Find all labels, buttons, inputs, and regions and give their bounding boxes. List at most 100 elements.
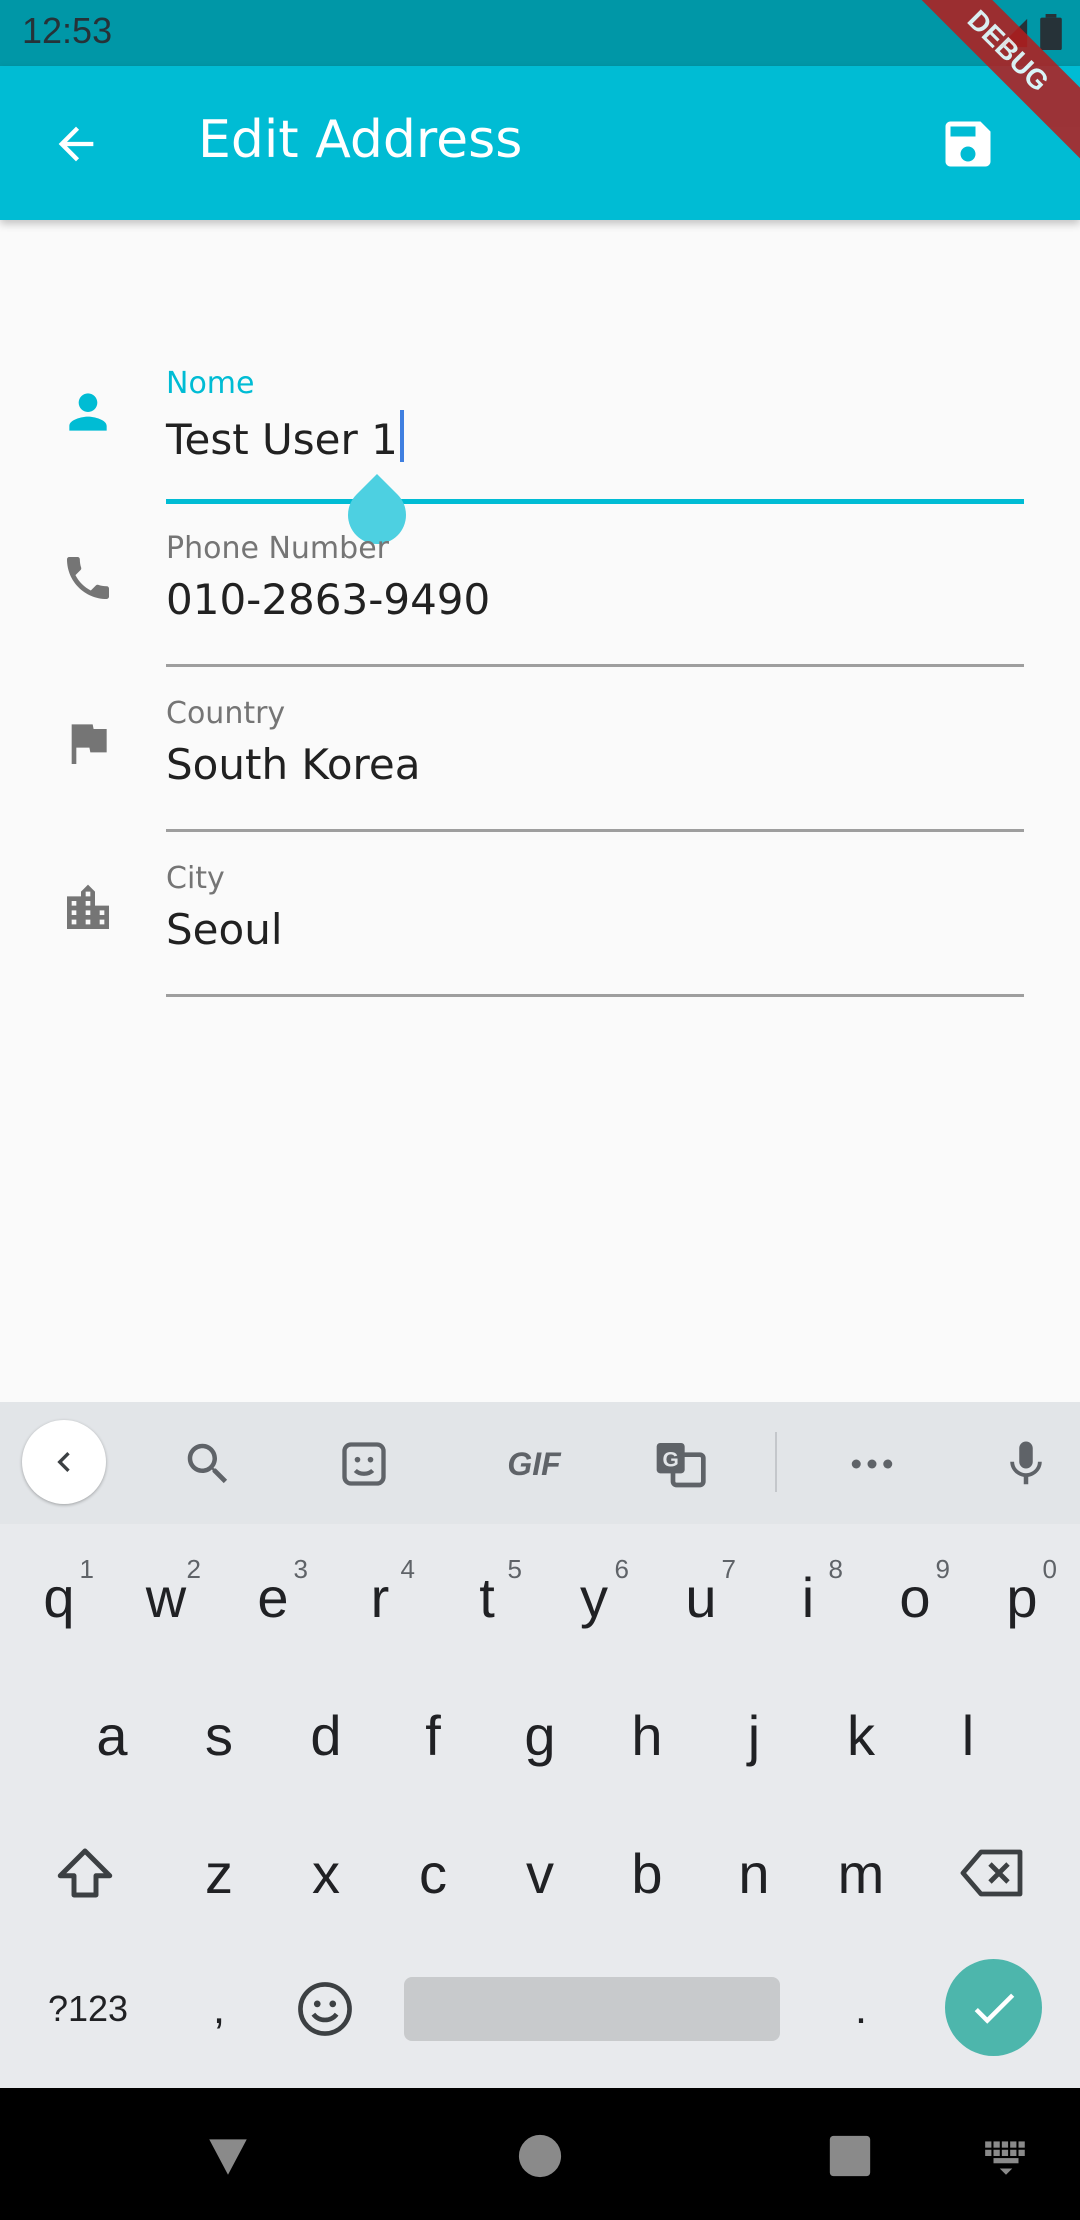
soft-keyboard: GIF G q1 w2 e3 r4 t5 y6 u7 i8 o9 p0 a s … — [0, 1402, 1080, 2088]
key-hint: 3 — [293, 1554, 308, 1584]
key-l[interactable]: l — [915, 1670, 1021, 1800]
name-underline — [166, 499, 1024, 504]
name-value: Test User 1 — [166, 415, 398, 464]
nav-recents-button[interactable] — [818, 2124, 882, 2188]
key-y[interactable]: y6 — [541, 1532, 647, 1662]
shift-icon — [57, 1848, 113, 1898]
name-input[interactable]: Test User 1 — [166, 410, 404, 464]
keyboard-search-button[interactable] — [172, 1428, 244, 1500]
key-label: q — [43, 1565, 75, 1629]
save-button[interactable] — [936, 112, 1000, 176]
square-icon — [829, 2135, 871, 2177]
key-hint: 1 — [79, 1554, 94, 1584]
key-label: u — [685, 1565, 717, 1629]
country-field[interactable]: Country South Korea — [166, 696, 1024, 861]
keyboard-switch-button[interactable] — [974, 2124, 1038, 2188]
keyboard-collapse-button[interactable] — [22, 1420, 106, 1504]
keyboard-mic-button[interactable] — [990, 1428, 1062, 1500]
key-j[interactable]: j — [701, 1670, 807, 1800]
key-s[interactable]: s — [166, 1670, 272, 1800]
key-label: r — [370, 1565, 390, 1629]
key-label: y — [580, 1565, 608, 1629]
triangle-down-icon — [209, 2139, 247, 2175]
key-label: o — [899, 1565, 931, 1629]
phone-field[interactable]: Phone Number 010-2863-9490 — [166, 531, 1024, 696]
arrow-back-icon — [58, 126, 94, 162]
key-label: g — [524, 1703, 556, 1767]
key-m[interactable]: m — [808, 1808, 914, 1938]
key-a[interactable]: a — [59, 1670, 165, 1800]
emoji-key[interactable] — [272, 1944, 378, 2074]
key-label: w — [145, 1565, 187, 1629]
enter-key[interactable] — [945, 1959, 1042, 2056]
key-label: a — [96, 1703, 128, 1767]
nav-back-button[interactable] — [196, 2124, 260, 2188]
mic-icon — [1010, 1441, 1042, 1485]
country-label: Country — [166, 696, 286, 731]
text-cursor — [399, 410, 404, 462]
back-button[interactable] — [44, 112, 108, 176]
phone-value: 010-2863-9490 — [166, 575, 491, 624]
circle-icon — [518, 2134, 562, 2178]
key-h[interactable]: h — [594, 1670, 700, 1800]
key-c[interactable]: c — [380, 1808, 486, 1938]
key-z[interactable]: z — [166, 1808, 272, 1938]
key-label: m — [837, 1841, 885, 1905]
more-horiz-icon — [851, 1459, 893, 1469]
key-label: p — [1006, 1565, 1038, 1629]
key-label: x — [312, 1841, 340, 1905]
key-label: d — [310, 1703, 342, 1767]
city-label: City — [166, 861, 225, 896]
status-bar: 12:53 — [0, 0, 1080, 66]
keyboard-gif-button[interactable]: GIF — [484, 1428, 584, 1500]
check-icon — [974, 1993, 1014, 2024]
key-x[interactable]: x — [273, 1808, 379, 1938]
keyboard-more-button[interactable] — [836, 1428, 908, 1500]
page-title: Edit Address — [198, 110, 523, 170]
keyboard-sticker-button[interactable] — [328, 1428, 400, 1500]
key-label: . — [854, 1984, 868, 2033]
city-field[interactable]: City Seoul — [166, 861, 1024, 1026]
key-d[interactable]: d — [273, 1670, 379, 1800]
svg-text:G: G — [662, 1448, 678, 1471]
sticker-icon — [342, 1442, 386, 1486]
key-hint: 7 — [721, 1554, 736, 1584]
country-value: South Korea — [166, 740, 421, 789]
key-e[interactable]: e3 — [220, 1532, 326, 1662]
person-icon — [56, 380, 120, 444]
phone-underline — [166, 664, 1024, 667]
app-bar: Edit Address — [0, 66, 1080, 220]
key-hint: 4 — [400, 1554, 415, 1584]
key-t[interactable]: t5 — [434, 1532, 540, 1662]
shift-key[interactable] — [32, 1808, 138, 1938]
key-o[interactable]: o9 — [862, 1532, 968, 1662]
backspace-key[interactable] — [940, 1808, 1046, 1938]
key-k[interactable]: k — [808, 1670, 914, 1800]
chevron-left-icon — [57, 1452, 70, 1472]
key-q[interactable]: q1 — [6, 1532, 112, 1662]
country-underline — [166, 829, 1024, 832]
key-p[interactable]: p0 — [969, 1532, 1075, 1662]
keyboard-translate-button[interactable]: G — [644, 1428, 716, 1500]
key-r[interactable]: r4 — [327, 1532, 433, 1662]
city-value: Seoul — [166, 905, 283, 954]
name-field[interactable]: Nome Test User 1 — [166, 366, 1024, 557]
status-time: 12:53 — [22, 10, 113, 51]
battery-icon — [1040, 14, 1062, 50]
period-key[interactable]: . — [808, 1944, 914, 2074]
key-g[interactable]: g — [487, 1670, 593, 1800]
key-u[interactable]: u7 — [648, 1532, 754, 1662]
key-label: i — [801, 1565, 815, 1629]
key-b[interactable]: b — [594, 1808, 700, 1938]
key-label: n — [738, 1841, 770, 1905]
comma-key[interactable]: , — [166, 1944, 272, 2074]
key-label: k — [847, 1703, 875, 1767]
space-key[interactable] — [404, 1977, 780, 2041]
key-v[interactable]: v — [487, 1808, 593, 1938]
nav-home-button[interactable] — [508, 2124, 572, 2188]
symbols-key[interactable]: ?123 — [28, 1944, 148, 2074]
key-f[interactable]: f — [380, 1670, 486, 1800]
key-i[interactable]: i8 — [755, 1532, 861, 1662]
key-n[interactable]: n — [701, 1808, 807, 1938]
key-w[interactable]: w2 — [113, 1532, 219, 1662]
